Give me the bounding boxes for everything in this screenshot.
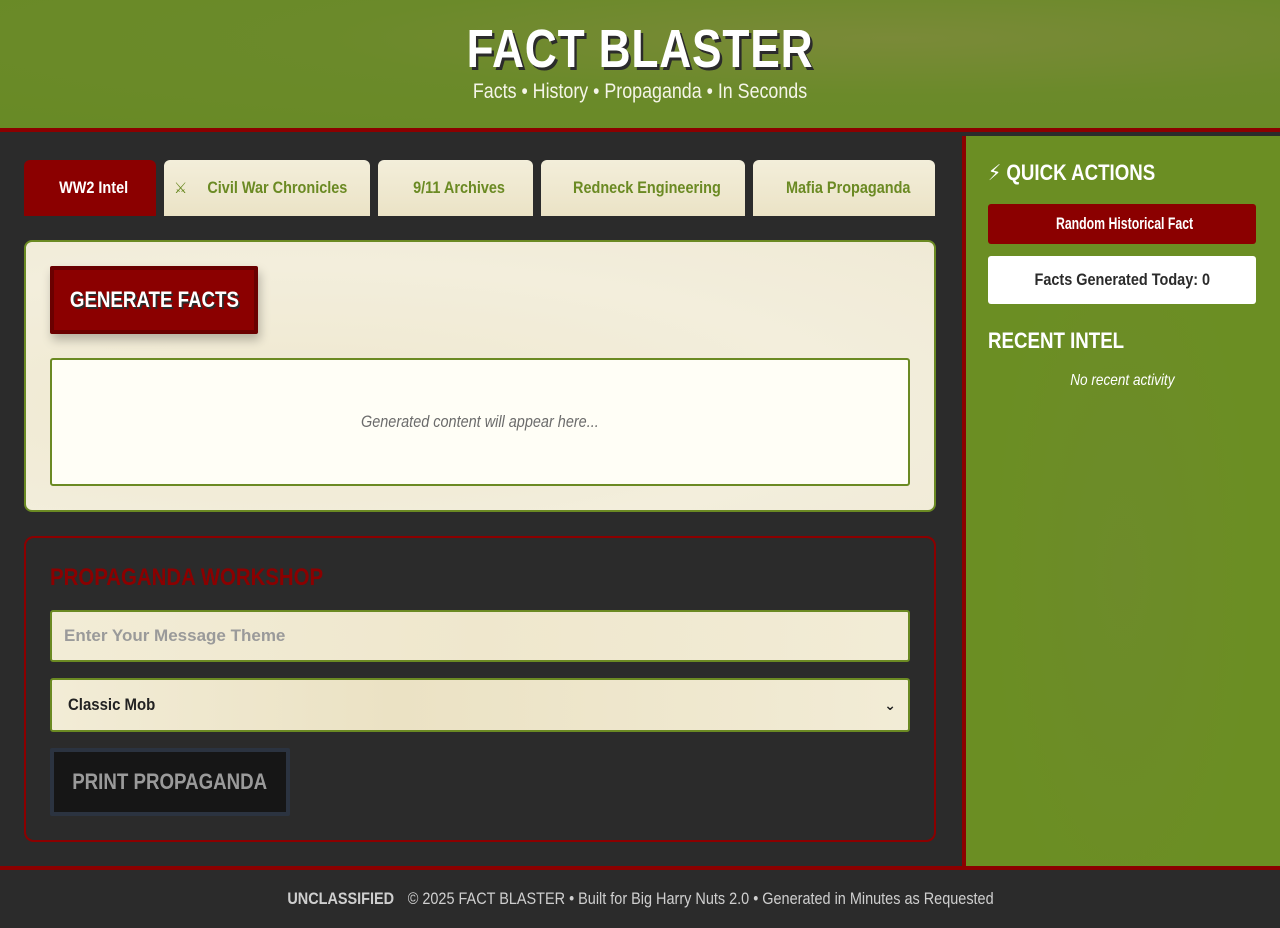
tab-label: Civil War Chronicles bbox=[207, 178, 348, 197]
classification-badge: UNCLASSIFIED bbox=[286, 889, 394, 908]
style-selected-value: Classic Mob bbox=[68, 695, 156, 714]
footer-text: © 2025 FACT BLASTER • Built for Big Harr… bbox=[407, 889, 994, 908]
propaganda-style-select[interactable]: Classic Mob ⌄ bbox=[50, 678, 910, 732]
propaganda-workshop: PROPAGANDA WORKSHOP Classic Mob ⌄ PRINT … bbox=[24, 536, 936, 842]
tab-label: 9/11 Archives bbox=[413, 178, 506, 197]
sidebar: ⚡ QUICK ACTIONS Random Historical Fact F… bbox=[962, 136, 1280, 866]
tab-ww2-intel[interactable]: WW2 Intel bbox=[24, 160, 156, 216]
print-propaganda-button[interactable]: PRINT PROPAGANDA bbox=[50, 748, 290, 816]
quick-actions-title: ⚡ QUICK ACTIONS bbox=[988, 160, 1156, 185]
tab-redneck-engineering[interactable]: Redneck Engineering bbox=[541, 160, 745, 216]
lightning-icon: ⚡ bbox=[988, 160, 1002, 185]
tab-label: Redneck Engineering bbox=[573, 178, 721, 197]
page-header: FACT BLASTER Facts • History • Propagand… bbox=[0, 0, 1280, 132]
message-theme-input[interactable] bbox=[50, 610, 910, 662]
page-footer: UNCLASSIFIED © 2025 FACT BLASTER • Built… bbox=[0, 866, 1280, 928]
recent-empty-message: No recent activity bbox=[1069, 372, 1175, 389]
tab-civil-war-chronicles[interactable]: ⚔ Civil War Chronicles bbox=[164, 160, 370, 216]
generator-card: GENERATE FACTS Generated content will ap… bbox=[24, 240, 936, 512]
output-placeholder: Generated content will appear here... bbox=[361, 412, 599, 431]
recent-intel-title: RECENT INTEL bbox=[988, 328, 1125, 353]
generated-output: Generated content will appear here... bbox=[50, 358, 910, 486]
crossed-swords-icon: ⚔ bbox=[173, 180, 188, 197]
main-content: WW2 Intel ⚔ Civil War Chronicles 9/11 Ar… bbox=[0, 136, 962, 866]
app-title: FACT BLASTER bbox=[466, 19, 814, 79]
tab-911-archives[interactable]: 9/11 Archives bbox=[378, 160, 533, 216]
tab-mafia-propaganda[interactable]: Mafia Propaganda bbox=[753, 160, 935, 216]
workshop-title: PROPAGANDA WORKSHOP bbox=[50, 564, 324, 591]
generate-facts-button[interactable]: GENERATE FACTS bbox=[50, 266, 258, 334]
chevron-down-icon: ⌄ bbox=[884, 696, 896, 713]
random-historical-fact-button[interactable]: Random Historical Fact bbox=[988, 204, 1256, 244]
app-subtitle: Facts • History • Propaganda • In Second… bbox=[472, 80, 808, 103]
tab-label: Mafia Propaganda bbox=[785, 178, 911, 197]
tab-label: WW2 Intel bbox=[59, 178, 129, 197]
facts-counter: Facts Generated Today: 0 bbox=[988, 256, 1256, 304]
